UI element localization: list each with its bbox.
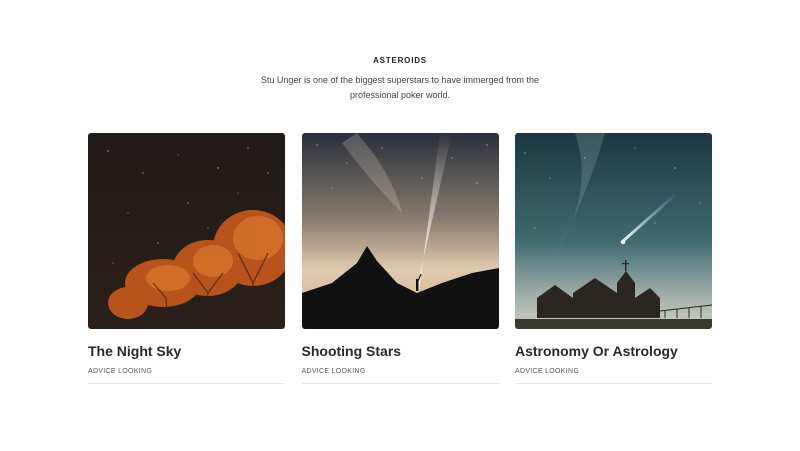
divider [515,383,712,384]
card-title[interactable]: Shooting Stars [302,343,499,359]
card-night-sky: The Night Sky ADVICE LOOKING [88,133,285,384]
card-title[interactable]: The Night Sky [88,343,285,359]
card-shooting-stars: Shooting Stars ADVICE LOOKING [301,133,499,384]
card-title[interactable]: Astronomy Or Astrology [515,343,712,359]
card-meta[interactable]: ADVICE LOOKING [88,368,285,375]
divider [301,383,499,384]
card-image-astronomy[interactable] [515,133,712,329]
card-meta[interactable]: ADVICE LOOKING [302,368,499,375]
divider [88,383,285,384]
card-image-shooting-stars[interactable] [301,133,499,329]
card-list: The Night Sky ADVICE LOOKING Shooting St… [88,133,712,384]
card-meta[interactable]: ADVICE LOOKING [515,368,712,375]
page: ASTEROIDS Stu Unger is one of the bigges… [0,0,800,451]
card-astronomy: Astronomy Or Astrology ADVICE LOOKING [515,133,712,384]
section-description: Stu Unger is one of the biggest supersta… [260,75,540,100]
card-image-night-sky[interactable] [88,133,285,329]
section-title: ASTEROIDS [373,56,427,65]
